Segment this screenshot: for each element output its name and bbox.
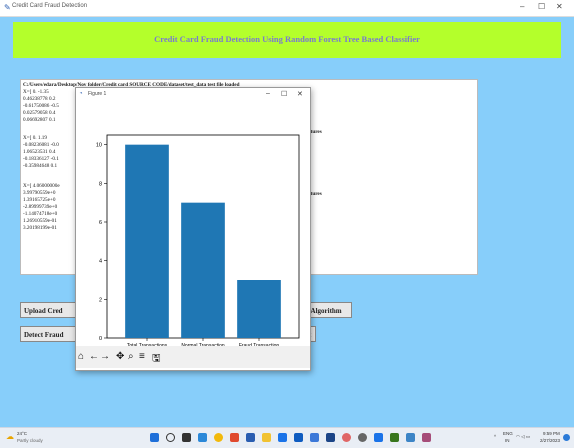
search-icon[interactable] bbox=[166, 433, 175, 442]
app6-icon[interactable] bbox=[374, 433, 383, 442]
y-tick-label: 10 bbox=[96, 143, 102, 149]
banner-title: Credit Card Fraud Detection Using Random… bbox=[154, 34, 420, 44]
app3-icon[interactable] bbox=[326, 433, 335, 442]
app2-icon[interactable] bbox=[310, 433, 319, 442]
zoom-icon[interactable]: ⌕ bbox=[128, 351, 134, 362]
figure-close-button[interactable]: ✕ bbox=[297, 90, 303, 98]
output-line: X=[ 4.06000000e bbox=[23, 183, 60, 189]
app8-icon[interactable] bbox=[406, 433, 415, 442]
taskbar: ☁ 24°C Partly cloudy ^ ENG IN ◠ ◁ ▭ 9:59… bbox=[0, 427, 574, 448]
app4-icon[interactable] bbox=[342, 433, 351, 442]
app-title: Credit Card Fraud Detection bbox=[12, 3, 88, 9]
app9-icon[interactable] bbox=[422, 433, 431, 442]
output-line: -0.35984648 0.1 bbox=[23, 163, 58, 169]
figure-window[interactable]: ◔ Figure 1 – ☐ ✕ 0246810Total Transactio… bbox=[75, 87, 311, 371]
chrome-icon[interactable] bbox=[214, 433, 223, 442]
clock-date: 2/27/2023 bbox=[540, 438, 561, 443]
vscode-icon[interactable] bbox=[246, 433, 255, 442]
y-tick-label: 4 bbox=[99, 259, 102, 265]
maximize-button[interactable]: ☐ bbox=[538, 2, 545, 11]
output-line: 1.06523531 0.4 bbox=[23, 149, 56, 155]
output-line: -1.14074718e+0 bbox=[23, 211, 58, 217]
figure-title: Figure 1 bbox=[88, 91, 107, 97]
lang-indicator[interactable]: ENG bbox=[503, 431, 513, 436]
app-titlebar: ✎ Credit Card Fraud Detection – ☐ ✕ bbox=[0, 0, 574, 17]
start-icon[interactable] bbox=[150, 433, 159, 442]
y-tick-label: 2 bbox=[99, 297, 102, 303]
weather-temp: 24°C bbox=[17, 431, 28, 436]
bar-chart: 0246810Total TransactionsNormal Transact… bbox=[96, 134, 300, 348]
lang-indicator-sub: IN bbox=[505, 438, 510, 443]
figure-toolbar: ⌂ ← → ✥ ⌕ ≡ 🖫 bbox=[76, 346, 310, 368]
back-icon[interactable]: ← bbox=[89, 351, 99, 362]
bar bbox=[237, 280, 281, 338]
app5-icon[interactable] bbox=[358, 433, 367, 442]
figure-maximize-button[interactable]: ☐ bbox=[281, 90, 287, 98]
weather-icon: ☁ bbox=[6, 432, 14, 441]
app7-icon[interactable] bbox=[390, 433, 399, 442]
minimize-button[interactable]: – bbox=[520, 2, 524, 11]
figure-app-icon: ◔ bbox=[79, 91, 83, 97]
output-line: 0.06692807 0.1 bbox=[23, 117, 56, 123]
taskview-icon[interactable] bbox=[182, 433, 191, 442]
y-tick-label: 0 bbox=[99, 336, 102, 342]
y-tick-label: 8 bbox=[99, 181, 102, 187]
notification-icon[interactable] bbox=[563, 434, 570, 441]
y-tick-label: 6 bbox=[99, 220, 102, 226]
store-icon[interactable] bbox=[278, 433, 287, 442]
save-icon[interactable]: 🖫 bbox=[152, 351, 161, 368]
chat-icon[interactable] bbox=[198, 433, 207, 442]
wifi-volume-battery-icon[interactable]: ◠ ◁ ▭ bbox=[516, 434, 530, 440]
tray-chevron-icon[interactable]: ^ bbox=[494, 434, 496, 439]
output-line: 1.26910559e-01 bbox=[23, 218, 57, 224]
app-icon[interactable] bbox=[230, 433, 239, 442]
home-icon[interactable]: ⌂ bbox=[78, 351, 84, 362]
pan-icon[interactable]: ✥ bbox=[116, 351, 124, 362]
forward-icon[interactable]: → bbox=[100, 351, 110, 362]
header-banner: Credit Card Fraud Detection Using Random… bbox=[13, 22, 561, 58]
explorer-icon[interactable] bbox=[262, 433, 271, 442]
configure-subplots-icon[interactable]: ≡ bbox=[139, 351, 145, 362]
word-icon[interactable] bbox=[294, 433, 303, 442]
output-line: X=[ 0. 1.19 bbox=[23, 135, 47, 141]
output-line: 3.20198199e-01 bbox=[23, 225, 57, 231]
weather-desc: Partly cloudy bbox=[17, 438, 43, 443]
output-line: X=[ 0. -1.35 bbox=[23, 89, 49, 95]
close-button[interactable]: ✕ bbox=[556, 2, 563, 11]
output-line: 0.02579058 0.4 bbox=[23, 110, 56, 116]
output-line: -0.18336127 -0.1 bbox=[23, 156, 59, 162]
output-line: -0.08236081 -0.0 bbox=[23, 142, 59, 148]
output-line: -0.61750086 -0.5 bbox=[23, 103, 59, 109]
clock-time[interactable]: 9:59 PM bbox=[543, 431, 560, 436]
output-line: -2.89999739e+0 bbox=[23, 204, 58, 210]
output-line: 1.39165725e+0 bbox=[23, 197, 56, 203]
output-line: 0.46238778 0.2 bbox=[23, 96, 56, 102]
bar bbox=[125, 144, 169, 338]
output-line: 3.99790559e+0 bbox=[23, 190, 56, 196]
figure-minimize-button[interactable]: – bbox=[266, 90, 270, 97]
app-feather-icon: ✎ bbox=[4, 3, 11, 12]
bar bbox=[181, 202, 225, 338]
